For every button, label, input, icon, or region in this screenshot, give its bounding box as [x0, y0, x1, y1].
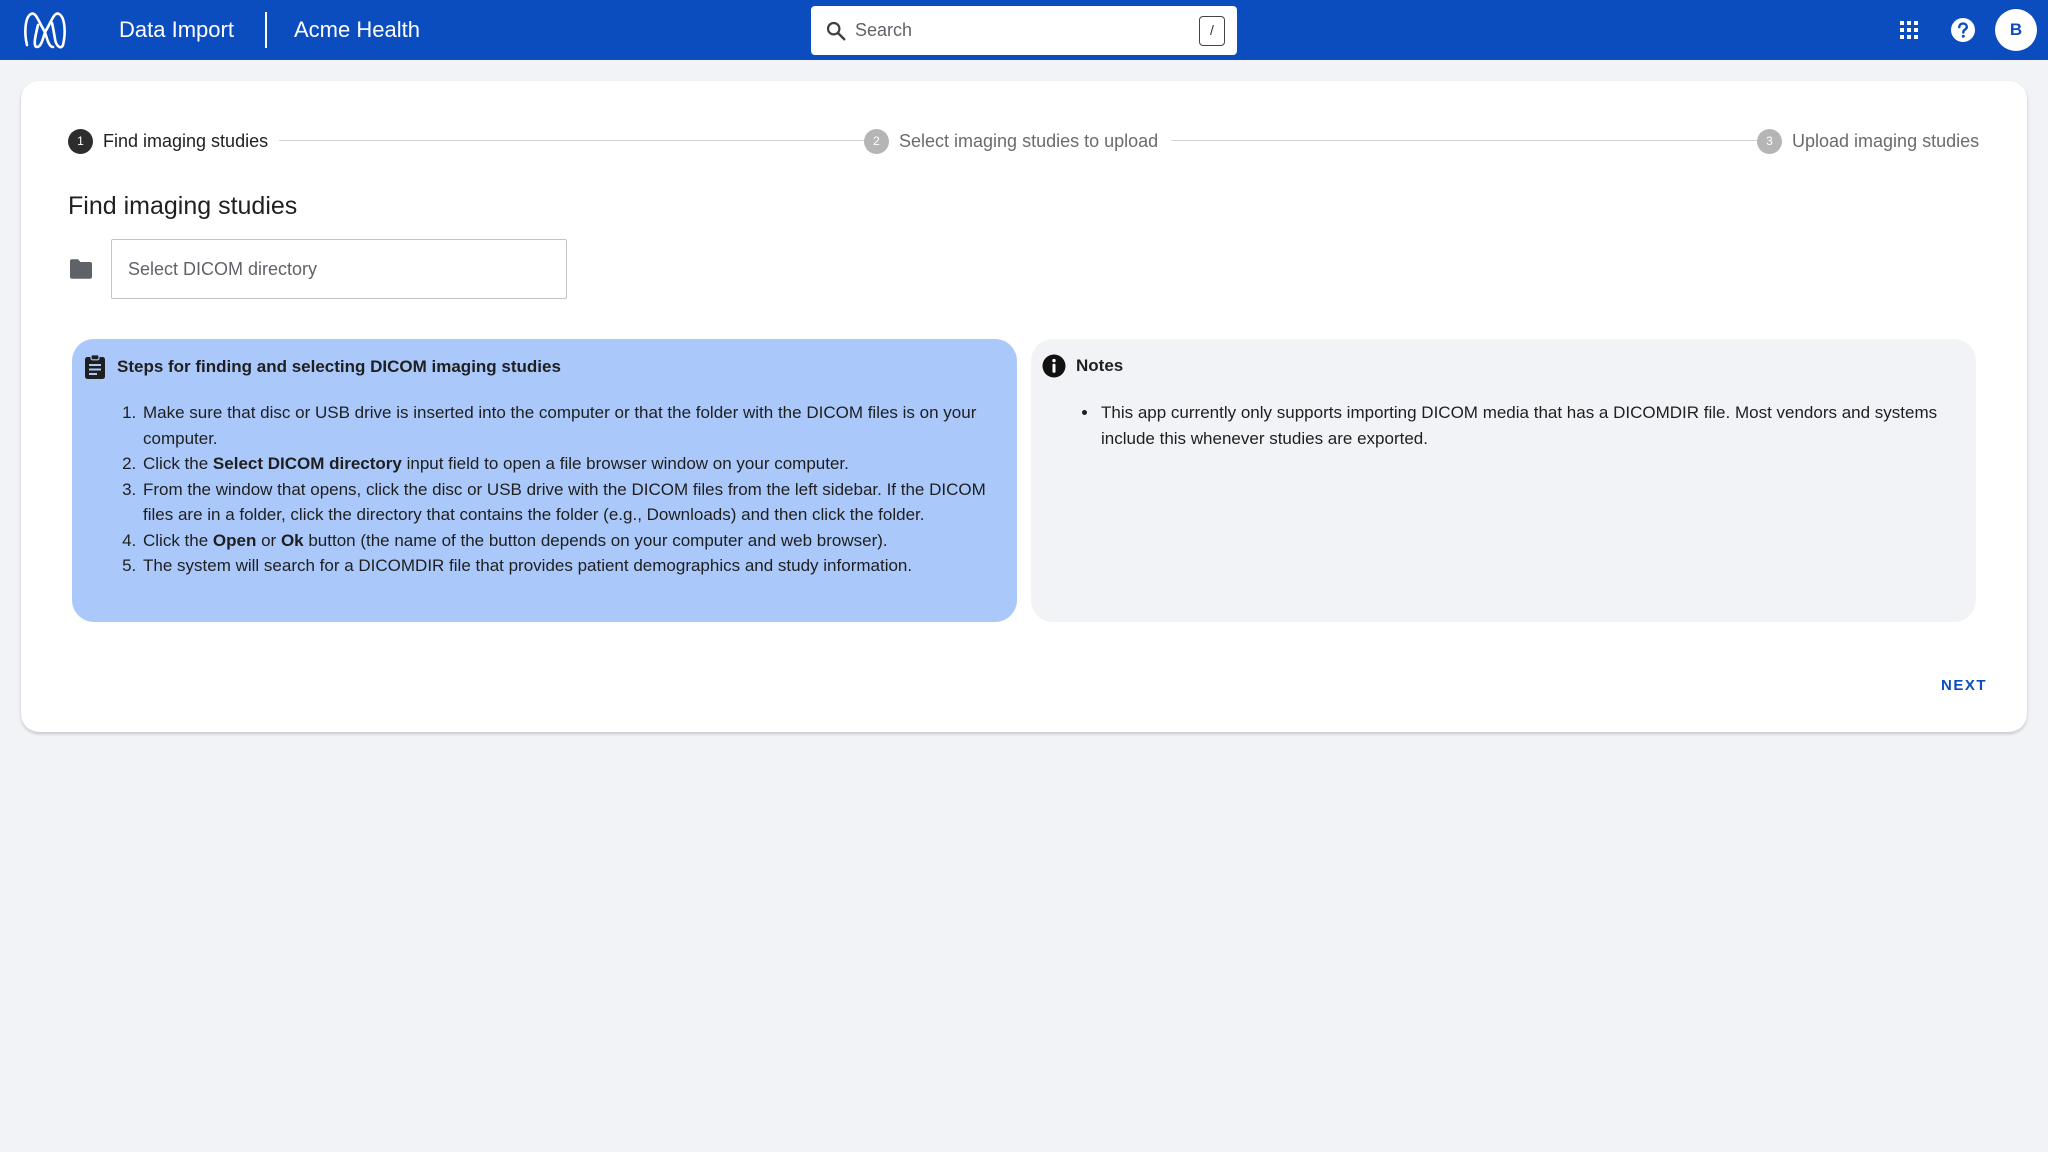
clipboard-icon	[85, 354, 105, 379]
info-icon	[1042, 354, 1066, 378]
step-3-number: 3	[1757, 128, 1782, 154]
search-shortcut-key: /	[1199, 16, 1225, 46]
steps-panel-body: Make sure that disc or USB drive is inse…	[72, 400, 999, 579]
list-item: From the window that opens, click the di…	[141, 477, 999, 528]
step-3: 3 Upload imaging studies	[1757, 128, 1979, 154]
step-1-label: Find imaging studies	[103, 130, 269, 151]
notes-panel-title: Notes	[1076, 356, 1124, 375]
stepper-connector	[279, 140, 875, 141]
list-item: The system will search for a DICOMDIR fi…	[141, 553, 999, 579]
steps-list: Make sure that disc or USB drive is inse…	[141, 400, 999, 579]
help-icon[interactable]	[1950, 17, 1976, 43]
m-logo-icon[interactable]	[22, 9, 68, 51]
list-item: Make sure that disc or USB drive is inse…	[141, 400, 999, 451]
apps-grid-icon[interactable]	[1897, 18, 1921, 42]
step-2-label: Select imaging studies to upload	[899, 130, 1159, 151]
next-button[interactable]: NEXT	[1941, 671, 1991, 699]
search-icon	[826, 21, 846, 41]
user-avatar[interactable]: B	[1995, 9, 2037, 51]
step-3-label: Upload imaging studies	[1792, 130, 1980, 151]
step-1: 1 Find imaging studies	[68, 128, 268, 154]
organization-name: Acme Health	[294, 17, 420, 42]
list-item: Click the Open or Ok button (the name of…	[141, 528, 999, 554]
list-item: This app currently only supports importi…	[1099, 400, 1958, 451]
notes-list: This app currently only supports importi…	[1099, 400, 1958, 451]
step-2: 2 Select imaging studies to upload	[864, 128, 1158, 154]
notes-panel-header: Notes	[1042, 354, 1123, 378]
steps-panel-header: Steps for finding and selecting DICOM im…	[83, 354, 561, 380]
stepper-connector	[1171, 140, 1767, 141]
list-item: Click the Select DICOM directory input f…	[141, 451, 999, 477]
step-2-number: 2	[864, 128, 889, 154]
top-app-bar: Data Import Acme Health / B	[0, 0, 2048, 60]
search-input[interactable]	[855, 6, 1175, 55]
notes-panel: Notes This app currently only supports i…	[1031, 339, 1976, 622]
page-title: Find imaging studies	[68, 192, 298, 220]
steps-panel-title: Steps for finding and selecting DICOM im…	[117, 357, 561, 376]
step-1-number: 1	[68, 128, 93, 154]
app-title: Data Import	[119, 17, 234, 42]
dicom-directory-input[interactable]	[111, 239, 567, 299]
search-box[interactable]: /	[811, 6, 1237, 55]
steps-panel: Steps for finding and selecting DICOM im…	[72, 339, 1017, 622]
title-divider	[265, 12, 267, 48]
notes-panel-body: This app currently only supports importi…	[1031, 400, 1958, 451]
folder-icon	[70, 259, 92, 279]
import-card: 1 Find imaging studies 2 Select imaging …	[21, 81, 2027, 732]
